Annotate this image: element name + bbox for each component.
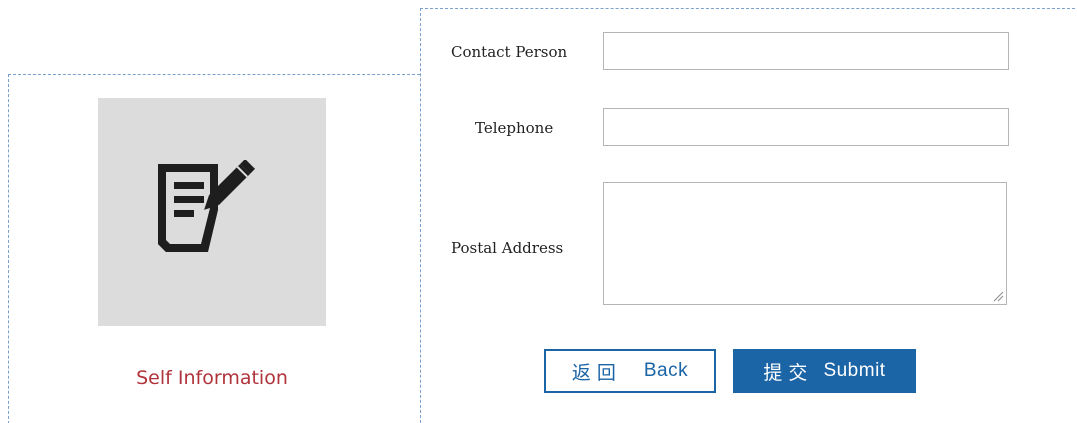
back-button-cn-label: 返回 bbox=[571, 362, 622, 384]
card-caption[interactable]: Self Information bbox=[98, 367, 326, 389]
page: Self Information Contact Person Telephon… bbox=[0, 0, 1077, 423]
postal-address-label: Postal Address bbox=[451, 239, 564, 257]
contact-form: Contact Person Telephone Postal Address … bbox=[420, 8, 1077, 423]
postal-address-textarea[interactable] bbox=[603, 182, 1007, 305]
edit-document-icon bbox=[158, 160, 256, 252]
icon-tile[interactable] bbox=[98, 98, 326, 326]
telephone-label: Telephone bbox=[475, 119, 554, 137]
submit-button[interactable]: 提交 Submit bbox=[733, 349, 916, 393]
telephone-input[interactable] bbox=[603, 108, 1009, 146]
back-button-en-label: Back bbox=[643, 360, 689, 381]
self-information-card[interactable]: Self Information bbox=[8, 74, 420, 423]
resize-grip-icon[interactable] bbox=[992, 290, 1004, 302]
submit-button-cn-label: 提交 bbox=[763, 362, 814, 384]
submit-button-en-label: Submit bbox=[823, 360, 886, 381]
contact-person-input[interactable] bbox=[603, 32, 1009, 70]
contact-person-label: Contact Person bbox=[451, 43, 568, 61]
back-button[interactable]: 返回 Back bbox=[544, 349, 716, 393]
